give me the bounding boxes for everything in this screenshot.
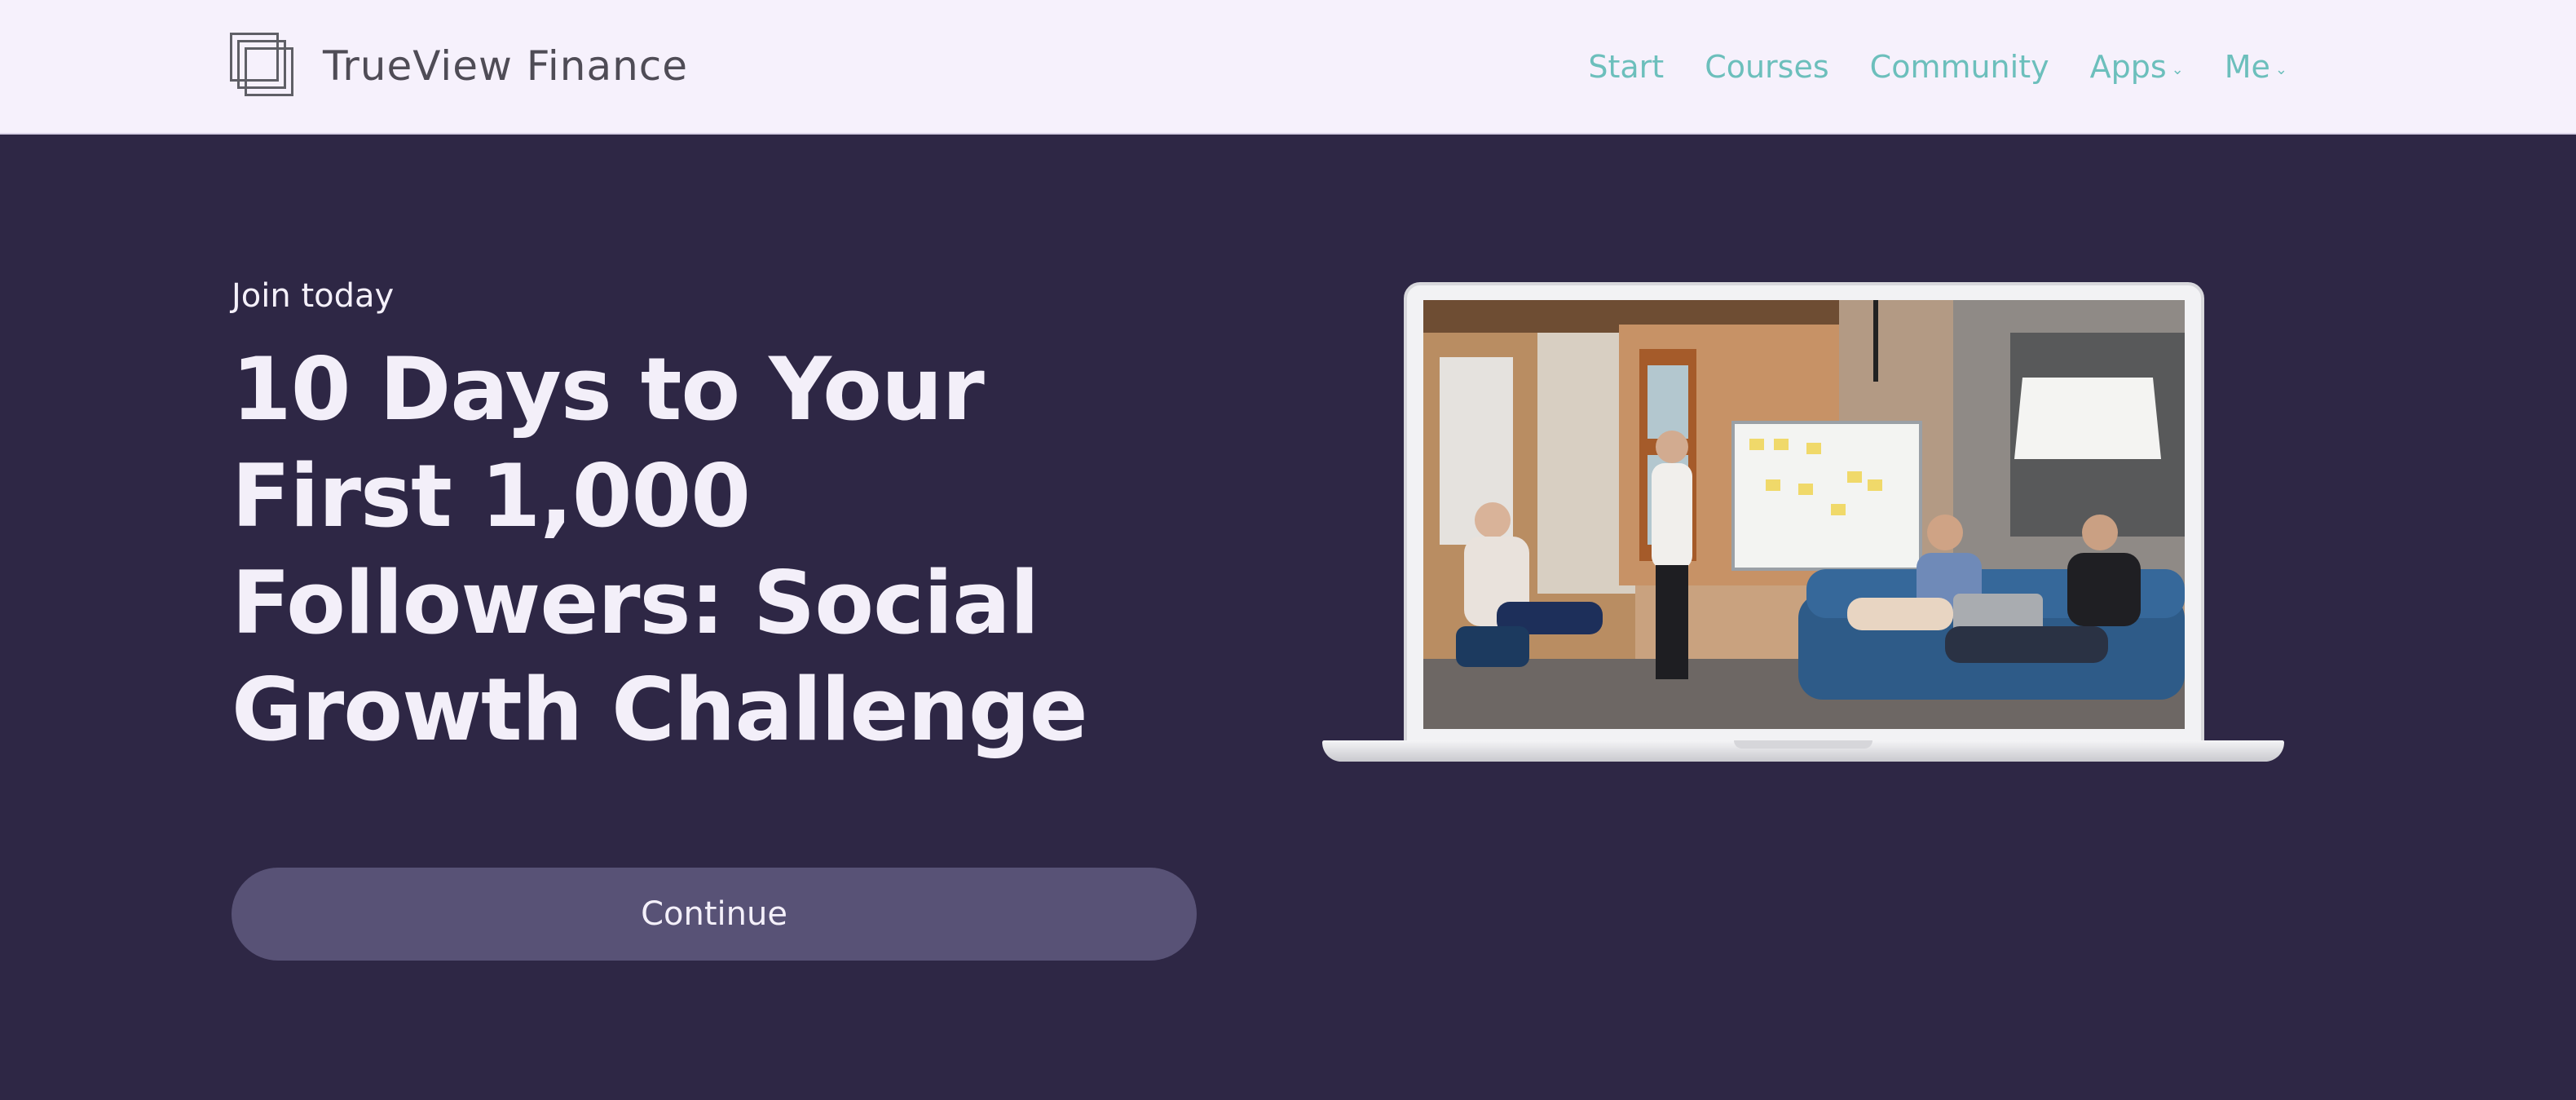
nav-item-courses[interactable]: Courses bbox=[1705, 49, 1828, 85]
logo-icon bbox=[230, 33, 295, 99]
nav-item-label: Community bbox=[1869, 49, 2049, 85]
nav-item-label: Apps bbox=[2089, 49, 2167, 85]
laptop-screen-frame bbox=[1404, 282, 2204, 744]
nav-item-label: Me bbox=[2224, 49, 2270, 85]
brand-home-link[interactable]: TrueView Finance bbox=[230, 31, 688, 101]
main-nav: Start Courses Community Apps ⌄ Me ⌄ bbox=[1588, 42, 2287, 91]
laptop-mockup bbox=[1322, 282, 2284, 763]
continue-button[interactable]: Continue bbox=[232, 868, 1197, 961]
nav-item-apps[interactable]: Apps ⌄ bbox=[2090, 49, 2184, 85]
laptop-notch bbox=[1734, 740, 1872, 749]
nav-item-start[interactable]: Start bbox=[1588, 49, 1664, 85]
nav-item-label: Start bbox=[1588, 49, 1665, 85]
top-navigation-bar: TrueView Finance Start Courses Community… bbox=[0, 0, 2576, 135]
team-meeting-illustration bbox=[1423, 300, 2185, 729]
hero-headline: 10 Days to Your First 1,000 Followers: S… bbox=[232, 339, 1088, 760]
continue-button-label: Continue bbox=[641, 895, 787, 933]
hero-eyebrow: Join today bbox=[232, 277, 395, 315]
chevron-down-icon: ⌄ bbox=[2171, 60, 2184, 78]
hero-photo bbox=[1423, 300, 2185, 729]
nav-item-label: Courses bbox=[1705, 49, 1829, 85]
chevron-down-icon: ⌄ bbox=[2274, 60, 2287, 78]
hero-text: Join today 10 Days to Your First 1,000 F… bbox=[232, 277, 1210, 763]
brand-name: TrueView Finance bbox=[323, 42, 689, 90]
nav-item-me[interactable]: Me ⌄ bbox=[2225, 49, 2287, 85]
nav-item-community[interactable]: Community bbox=[1870, 49, 2049, 85]
